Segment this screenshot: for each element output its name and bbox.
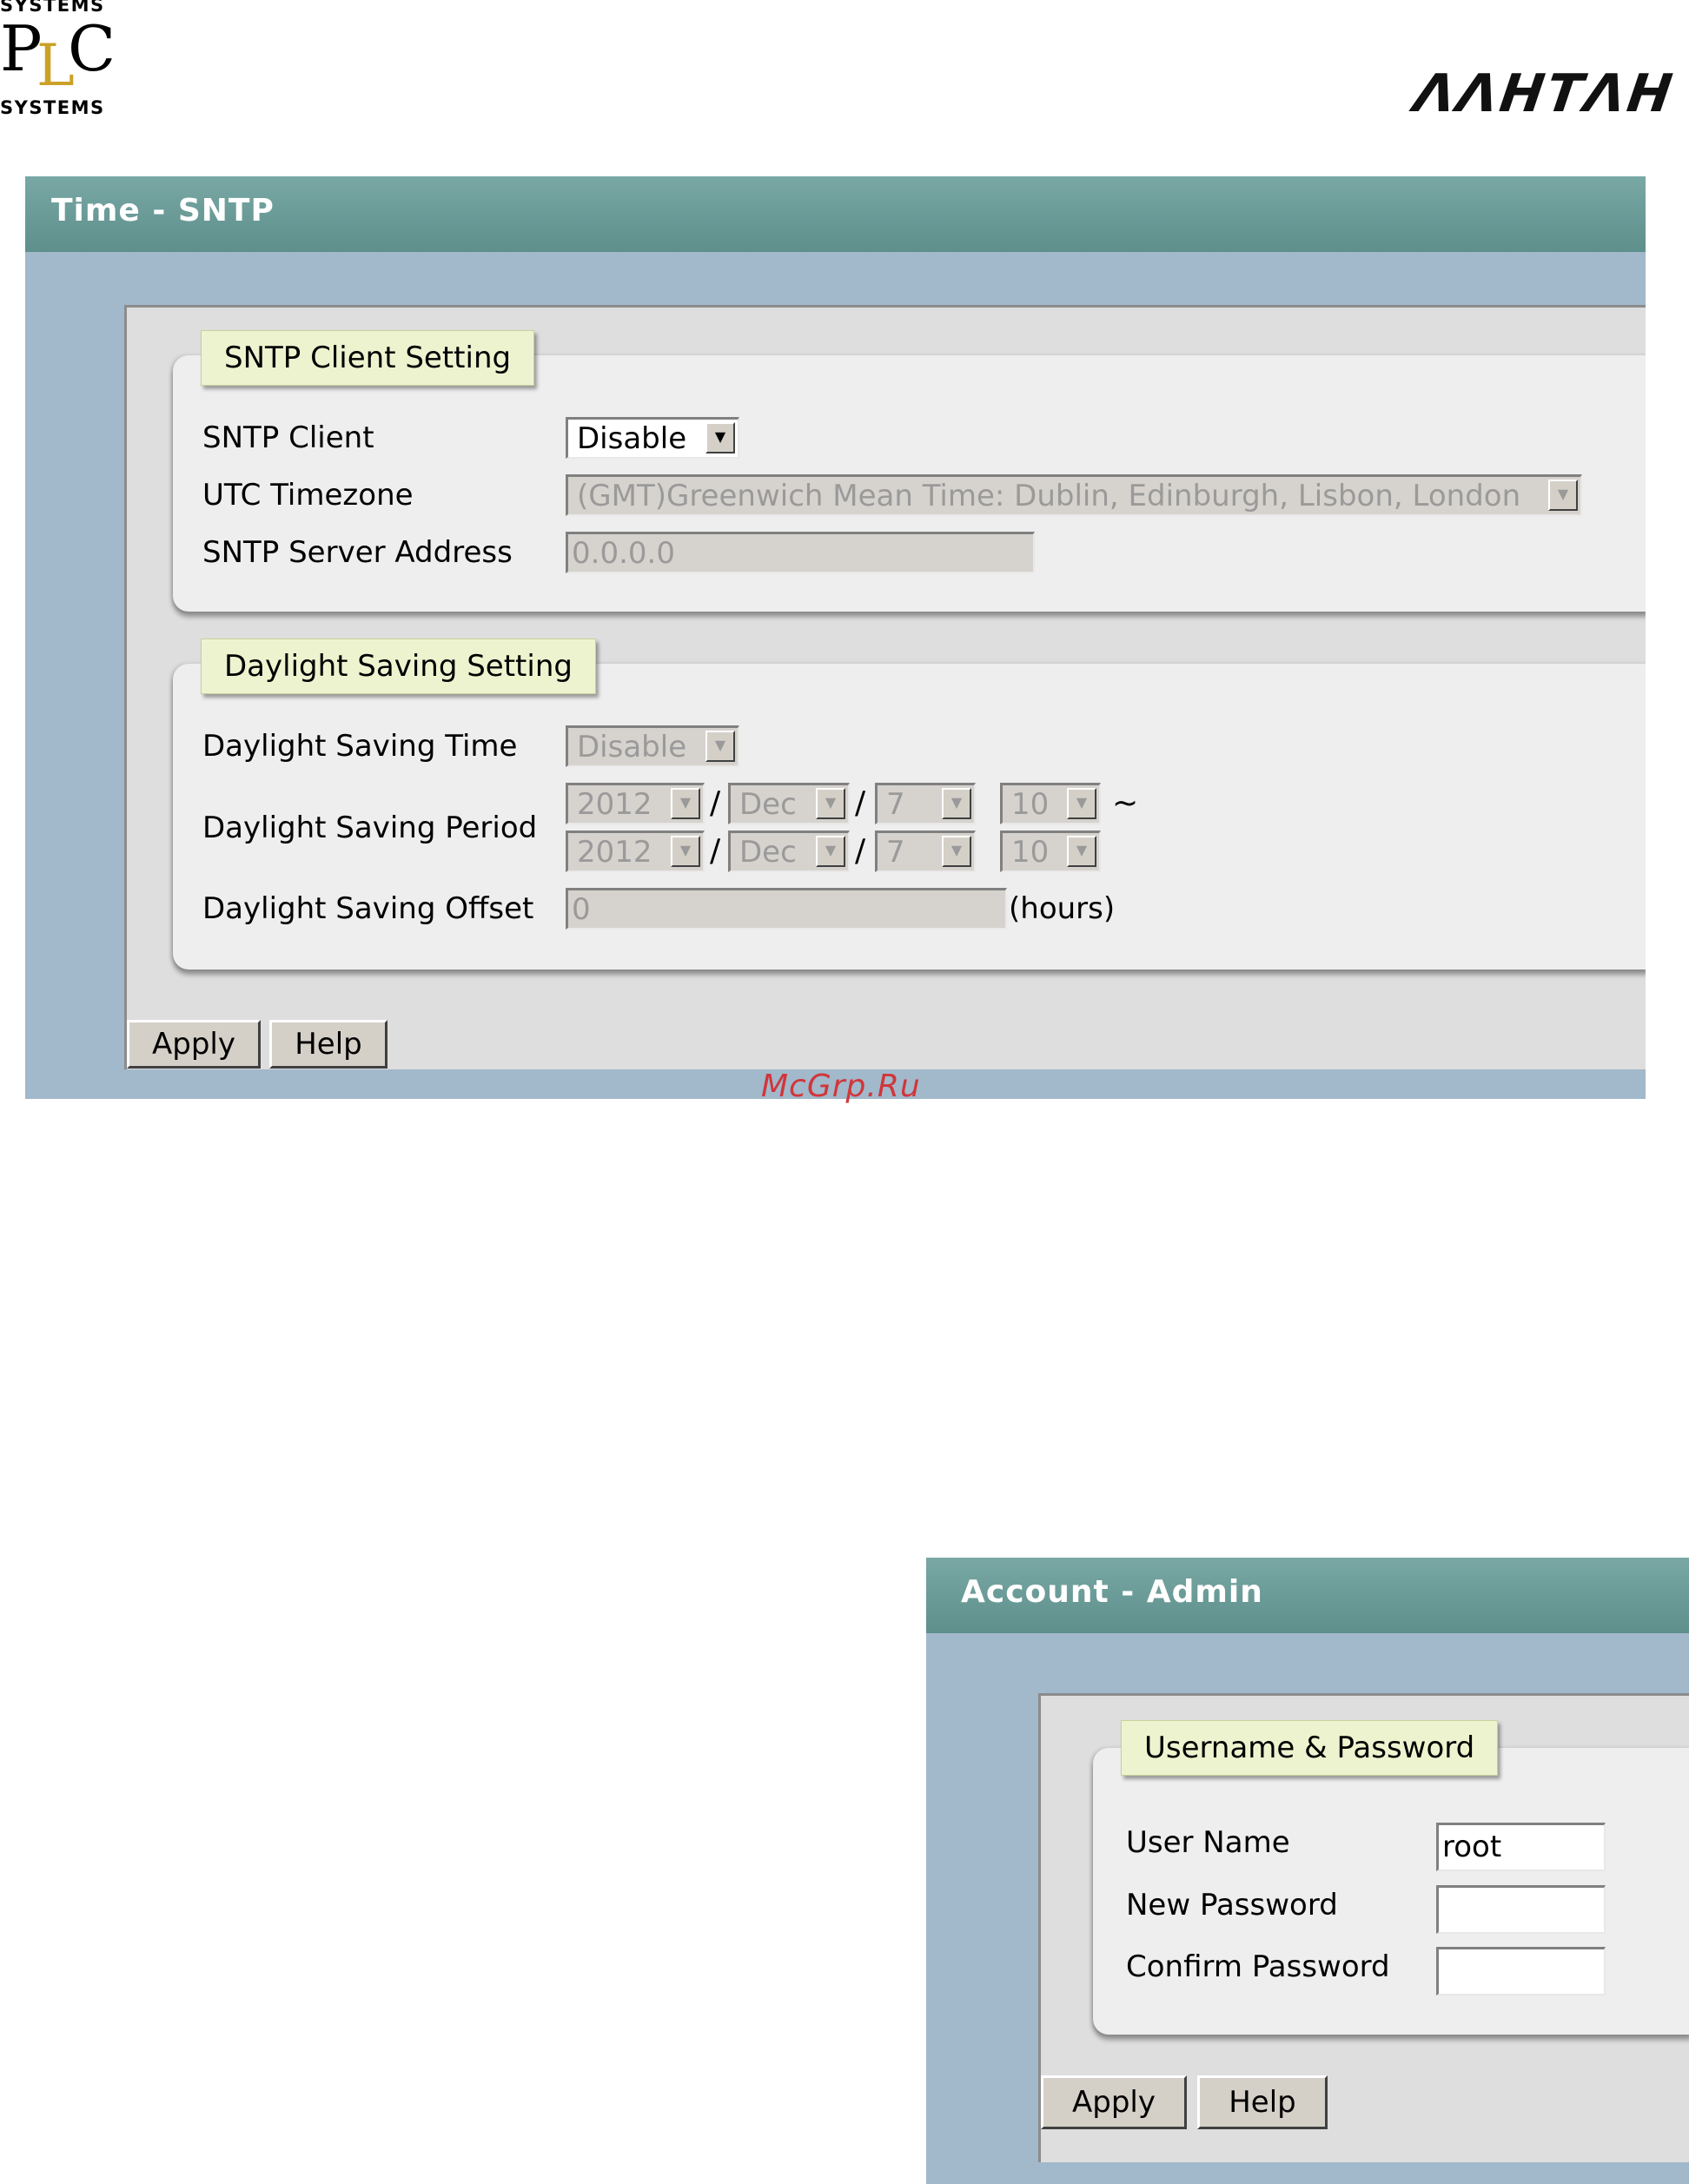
- sntp-form-area: SNTP Client Setting SNTP Client Disable …: [124, 305, 1646, 1069]
- confirm-password-input[interactable]: [1436, 1947, 1606, 1995]
- chevron-down-icon[interactable]: ▼: [705, 422, 735, 453]
- apply-button[interactable]: Apply: [127, 1020, 261, 1069]
- dst-time-select[interactable]: Disable ▼: [566, 725, 739, 767]
- date-separator: /: [710, 833, 721, 869]
- chevron-down-icon[interactable]: ▼: [1548, 480, 1578, 511]
- chevron-down-icon[interactable]: ▼: [671, 788, 700, 819]
- dst-start-year-select[interactable]: 2012 ▼: [566, 783, 705, 824]
- new-password-input[interactable]: [1436, 1885, 1606, 1934]
- admin-form-area: Username & Password User Name root New P…: [1038, 1693, 1689, 2162]
- sntp-client-value: Disable: [577, 421, 687, 456]
- dst-start-month-value: Dec: [739, 787, 797, 822]
- dst-end-year-select[interactable]: 2012 ▼: [566, 831, 705, 872]
- sntp-client-select[interactable]: Disable ▼: [566, 417, 739, 459]
- dst-end-day-select[interactable]: 7 ▼: [875, 831, 976, 872]
- sntp-client-legend: SNTP Client Setting: [201, 330, 535, 386]
- date-separator: /: [855, 833, 866, 869]
- utc-timezone-label: UTC Timezone: [202, 478, 414, 513]
- watermark: McGrp.Ru: [761, 1069, 921, 1104]
- plc-logo-bottom-text: SYSTEMS: [0, 97, 105, 118]
- range-tilde: ~: [1112, 785, 1139, 821]
- sntp-server-label: SNTP Server Address: [202, 535, 513, 570]
- chevron-down-icon[interactable]: ▼: [705, 731, 735, 762]
- dst-start-year-value: 2012: [577, 787, 652, 822]
- brand-logo: ΛΛΗΤΛΗ: [1410, 63, 1679, 124]
- date-separator: /: [855, 785, 866, 821]
- sntp-server-input[interactable]: 0.0.0.0: [566, 532, 1035, 573]
- plc-systems-logo: SYSTEMS P L C SYSTEMS: [0, 0, 122, 122]
- sntp-panel-title: Time - SNTP: [25, 176, 1646, 252]
- chevron-down-icon[interactable]: ▼: [671, 836, 700, 867]
- dst-end-hour-select[interactable]: 10 ▼: [1000, 831, 1101, 872]
- dst-offset-input[interactable]: 0: [566, 888, 1007, 930]
- chevron-down-icon[interactable]: ▼: [1067, 836, 1096, 867]
- dst-end-hour-value: 10: [1011, 835, 1050, 870]
- chevron-down-icon[interactable]: ▼: [942, 788, 971, 819]
- apply-button[interactable]: Apply: [1041, 2075, 1187, 2129]
- dst-time-value: Disable: [577, 730, 687, 764]
- dst-start-day-value: 7: [886, 787, 905, 822]
- chevron-down-icon[interactable]: ▼: [816, 788, 845, 819]
- dst-end-day-value: 7: [886, 835, 905, 870]
- dst-end-year-value: 2012: [577, 835, 652, 870]
- user-name-label: User Name: [1126, 1825, 1290, 1860]
- new-password-label: New Password: [1126, 1888, 1338, 1923]
- date-separator: /: [710, 785, 721, 821]
- admin-panel: Account - Admin Username & Password User…: [926, 1558, 1689, 2184]
- dst-legend: Daylight Saving Setting: [201, 639, 596, 694]
- confirm-password-label: Confirm Password: [1126, 1949, 1390, 1984]
- dst-period-label: Daylight Saving Period: [202, 811, 538, 845]
- dst-start-month-select[interactable]: Dec ▼: [728, 783, 850, 824]
- credentials-legend: Username & Password: [1121, 1720, 1499, 1776]
- dst-start-hour-value: 10: [1011, 787, 1050, 822]
- help-button[interactable]: Help: [1197, 2075, 1328, 2129]
- dst-offset-unit: (hours): [1009, 891, 1116, 926]
- plc-logo-letters: P L C: [0, 14, 122, 101]
- utc-timezone-value: (GMT)Greenwich Mean Time: Dublin, Edinbu…: [577, 479, 1521, 513]
- sntp-client-label: SNTP Client: [202, 420, 374, 455]
- dst-end-month-select[interactable]: Dec ▼: [728, 831, 850, 872]
- plc-logo-letter-c: C: [68, 12, 116, 85]
- sntp-panel: Time - SNTP SNTP Client Setting SNTP Cli…: [25, 176, 1646, 1099]
- dst-time-label: Daylight Saving Time: [202, 729, 518, 764]
- chevron-down-icon[interactable]: ▼: [816, 836, 845, 867]
- utc-timezone-select[interactable]: (GMT)Greenwich Mean Time: Dublin, Edinbu…: [566, 474, 1582, 516]
- dst-start-day-select[interactable]: 7 ▼: [875, 783, 976, 824]
- help-button[interactable]: Help: [269, 1020, 387, 1069]
- user-name-input[interactable]: root: [1436, 1823, 1606, 1871]
- chevron-down-icon[interactable]: ▼: [942, 836, 971, 867]
- admin-panel-title: Account - Admin: [926, 1558, 1689, 1633]
- dst-offset-label: Daylight Saving Offset: [202, 891, 534, 926]
- dst-start-hour-select[interactable]: 10 ▼: [1000, 783, 1101, 824]
- dst-end-month-value: Dec: [739, 835, 797, 870]
- chevron-down-icon[interactable]: ▼: [1067, 788, 1096, 819]
